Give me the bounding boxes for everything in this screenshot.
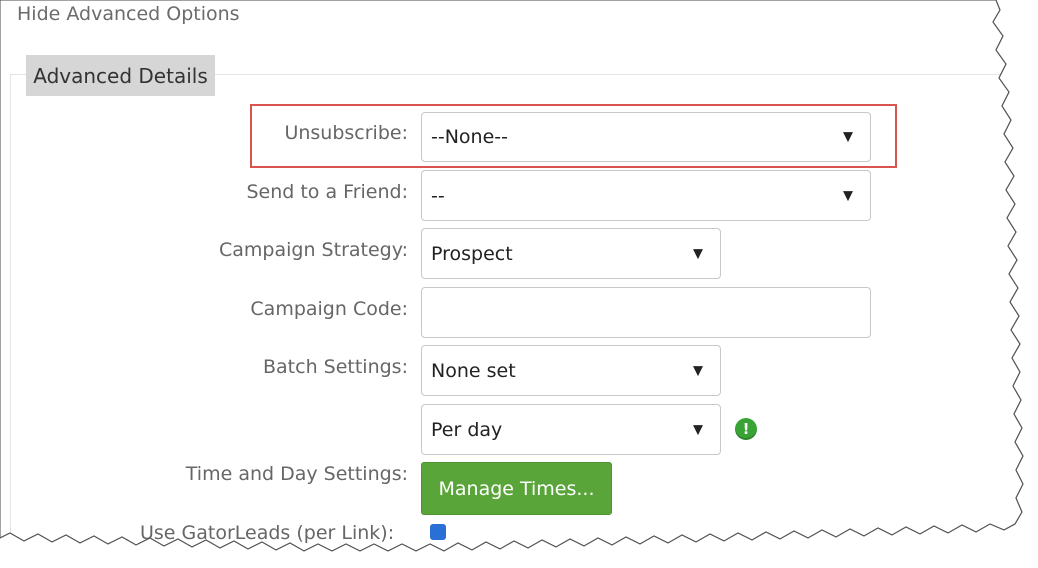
hide-advanced-options-link[interactable]: Hide Advanced Options [17, 3, 240, 25]
batch-period-select[interactable]: Per day ▼ [421, 404, 721, 455]
unsubscribe-select[interactable]: --None-- ▼ [421, 112, 871, 162]
info-alert-icon[interactable]: ! [735, 418, 757, 440]
advanced-options-panel: Hide Advanced Options Advanced Details U… [0, 0, 1038, 568]
chevron-down-icon: ▼ [693, 363, 703, 378]
batch-settings-value: None set [431, 359, 516, 382]
batch-settings-label: Batch Settings: [263, 356, 408, 378]
campaign-strategy-value: Prospect [431, 242, 513, 265]
time-day-settings-label: Time and Day Settings: [185, 463, 408, 485]
send-to-friend-select[interactable]: -- ▼ [421, 170, 871, 221]
campaign-code-label: Campaign Code: [250, 298, 408, 320]
send-to-friend-value: -- [431, 184, 445, 207]
gatorleads-checkbox[interactable] [430, 524, 446, 540]
screenshot-sheet: Hide Advanced Options Advanced Details U… [0, 0, 1038, 568]
campaign-strategy-label: Campaign Strategy: [219, 239, 408, 261]
chevron-down-icon: ▼ [693, 422, 703, 437]
chevron-down-icon: ▼ [843, 188, 853, 203]
batch-period-value: Per day [431, 418, 503, 441]
unsubscribe-label: Unsubscribe: [284, 122, 408, 144]
chevron-down-icon: ▼ [693, 246, 703, 261]
manage-times-button[interactable]: Manage Times... [421, 462, 612, 515]
campaign-strategy-select[interactable]: Prospect ▼ [421, 228, 721, 279]
panel-left-border [10, 74, 11, 534]
gatorleads-row: Use GatorLeads (per Link): [140, 522, 446, 544]
campaign-code-input[interactable] [421, 287, 871, 338]
batch-settings-select[interactable]: None set ▼ [421, 345, 721, 396]
unsubscribe-value: --None-- [431, 126, 508, 148]
gatorleads-label: Use GatorLeads (per Link): [140, 522, 395, 544]
chevron-down-icon: ▼ [843, 129, 853, 145]
send-to-friend-label: Send to a Friend: [246, 181, 408, 203]
tab-advanced-details[interactable]: Advanced Details [26, 55, 215, 96]
